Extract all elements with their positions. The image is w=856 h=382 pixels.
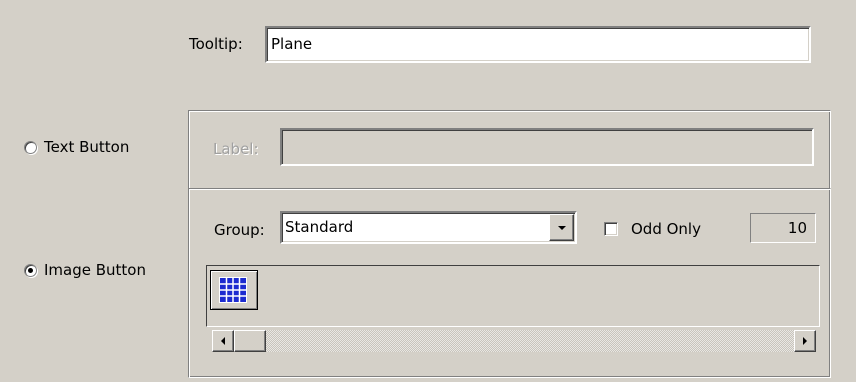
chevron-down-icon xyxy=(557,225,566,230)
odd-only-checkbox[interactable]: Odd Only xyxy=(604,219,724,239)
arrow-right-icon xyxy=(803,337,807,345)
group-select[interactable]: Standard xyxy=(280,211,577,244)
horizontal-scrollbar[interactable] xyxy=(212,330,816,352)
grid-icon xyxy=(219,277,247,303)
tooltip-label: Tooltip: xyxy=(189,35,243,53)
text-button-radio[interactable]: Text Button xyxy=(20,137,190,157)
label-field-label: Label: xyxy=(213,140,259,158)
arrow-left-icon xyxy=(221,337,225,345)
label-input[interactable] xyxy=(280,128,814,166)
image-list[interactable] xyxy=(206,265,820,327)
scroll-left-button[interactable] xyxy=(212,330,234,352)
scrollbar-thumb[interactable] xyxy=(234,330,266,352)
image-button-radio[interactable]: Image Button xyxy=(20,260,190,280)
radio-circle-icon xyxy=(24,141,37,154)
radio-circle-icon xyxy=(24,264,37,277)
count-value: 10 xyxy=(787,219,807,237)
group-dropdown-button[interactable] xyxy=(549,214,574,241)
group-selected-value: Standard xyxy=(285,218,354,236)
image-list-item[interactable] xyxy=(210,270,258,310)
image-button-radio-label: Image Button xyxy=(44,261,146,279)
odd-only-label: Odd Only xyxy=(631,220,701,238)
scroll-right-button[interactable] xyxy=(794,330,816,352)
group-label: Group: xyxy=(214,221,265,239)
count-display: 10 xyxy=(750,213,816,243)
checkbox-box-icon xyxy=(604,222,618,236)
text-button-radio-label: Text Button xyxy=(44,138,130,156)
tooltip-value: Plane xyxy=(271,35,313,53)
radio-selected-dot-icon xyxy=(28,268,33,273)
tooltip-input[interactable]: Plane xyxy=(265,26,811,63)
